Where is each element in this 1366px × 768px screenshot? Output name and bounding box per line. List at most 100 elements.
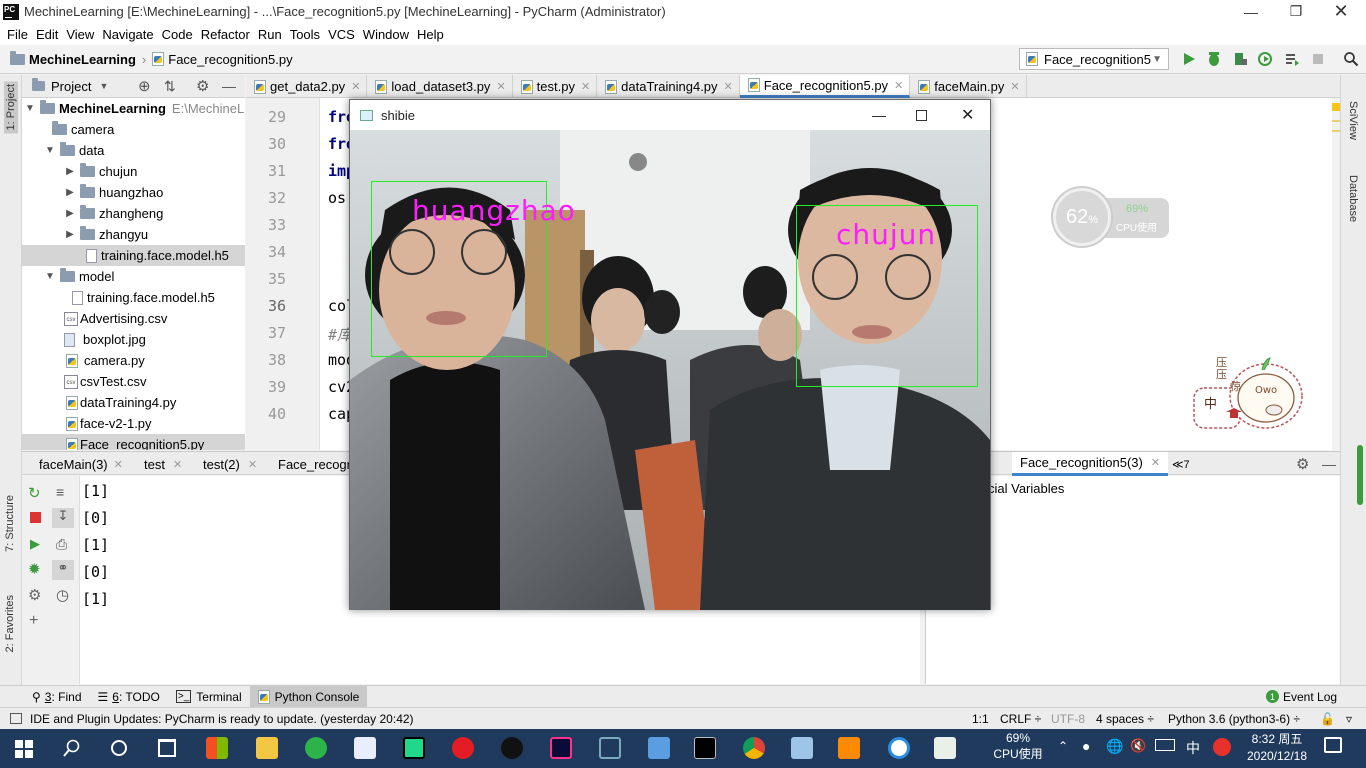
expand-arrow-icon[interactable]: ▼ [24,103,36,114]
sciview-tool-button[interactable]: SciView [1347,101,1359,140]
edge-browser-icon[interactable] [888,737,910,759]
close-tab-icon[interactable]: ✕ [248,458,257,471]
expand-arrow-icon[interactable]: ▼ [44,145,56,156]
tree-item[interactable]: ▼ MechineLearning E:\MechineL [22,98,245,119]
tab-load-dataset3[interactable]: load_dataset3.py ✕ [367,75,513,98]
close-button[interactable]: ✕ [1318,0,1364,23]
add-icon[interactable]: + [29,612,38,630]
tree-item[interactable]: camera [22,119,245,140]
collapsed-arrow-icon[interactable]: ▶ [64,208,76,219]
menu-file[interactable]: File [7,27,28,42]
todo-tool-button[interactable]: ☰ 6: TODO [90,686,168,708]
cat-app-icon[interactable] [599,737,621,759]
tree-item[interactable]: ▼ data [22,140,245,161]
resume-icon[interactable]: ▶ [30,536,40,552]
caret-position[interactable]: 1:1 [972,712,989,726]
tree-item[interactable]: dataTraining4.py [22,392,245,413]
tab-facemain[interactable]: faceMain.py ✕ [910,75,1027,98]
minimize-button[interactable]: — [872,107,886,123]
console-tab[interactable]: test ✕ [144,452,182,476]
tree-item-selected[interactable]: training.face.model.h5 [22,245,245,266]
qq-icon[interactable] [501,737,523,759]
menu-vcs[interactable]: VCS [328,27,355,42]
python-console-tool-button[interactable]: Python Console [249,685,368,708]
console-tab[interactable]: test(2) ✕ [203,452,257,476]
console-tab[interactable]: faceMain(3) ✕ [39,452,123,476]
status-message[interactable]: IDE and Plugin Updates: PyCharm is ready… [30,712,414,726]
search-icon[interactable] [1343,51,1359,67]
stop-icon[interactable] [1310,51,1326,67]
notes-icon[interactable] [791,737,813,759]
rerun-icon[interactable]: ↻ [28,484,41,502]
close-tab-icon[interactable]: ✕ [114,458,123,471]
network-tool-icon[interactable] [648,737,670,759]
gear-icon[interactable]: ⚙ [196,77,209,95]
tree-item[interactable]: Face_recognition5.py [22,434,245,450]
close-tab-icon[interactable]: ✕ [1010,80,1019,93]
favorites-tool-button[interactable]: 2: Favorites [4,595,16,652]
shibie-window[interactable]: shibie — ✕ huangzhao chujun [349,99,991,610]
volume-muted-icon[interactable]: 🔇 [1130,738,1146,754]
show-variables-icon[interactable]: ⚭ [52,560,74,580]
find-tool-button[interactable]: ⚲ 3: Find [24,686,90,708]
gear-icon[interactable]: ⚙ [1296,452,1309,476]
browser-360-icon[interactable] [305,737,327,759]
debug-icon[interactable]: ✹ [28,560,41,578]
line-separator[interactable]: CRLF ÷ [1000,712,1041,726]
chevron-up-icon[interactable]: ⌃ [1058,739,1068,753]
hide-icon[interactable]: — [222,78,236,94]
close-tab-icon[interactable]: ✕ [496,80,505,93]
cortana-icon[interactable] [110,739,128,757]
close-button[interactable]: ✕ [961,105,974,125]
close-tab-icon[interactable]: ✕ [581,80,590,93]
menu-window[interactable]: Window [363,27,409,42]
settings-icon[interactable]: ⚙ [28,586,41,604]
menu-run[interactable]: Run [258,27,282,42]
store-icon[interactable] [206,737,228,759]
pycharm-icon[interactable] [403,737,425,759]
concurrency-icon[interactable] [1284,51,1300,67]
tree-item[interactable]: face-v2-1.py [22,413,245,434]
maximize-button[interactable] [916,109,927,121]
tab-get-data2[interactable]: get_data2.py ✕ [246,75,368,98]
sublime-icon[interactable] [838,737,860,759]
history-icon[interactable]: ◷ [56,586,69,604]
tab-face-recognition5[interactable]: Face_recognition5.py ✕ [739,75,911,98]
close-tab-icon[interactable]: ✕ [173,458,182,471]
clock[interactable]: 8:32 周五 2020/12/18 [1242,731,1312,765]
tree-item[interactable]: camera.py [22,350,245,371]
scroll-to-end-icon[interactable]: ↧ [52,508,74,528]
qq-tray-icon[interactable]: ● [1082,738,1090,754]
intellij-icon[interactable] [550,737,572,759]
interpreter-setting[interactable]: Python 3.6 (python3-6) ÷ [1168,712,1300,726]
chrome-icon[interactable] [743,737,765,759]
task-view-icon[interactable] [158,739,176,757]
run-icon[interactable] [1181,51,1197,67]
restore-button[interactable]: ❐ [1273,0,1319,23]
warning-marker-icon[interactable] [1332,103,1340,111]
minimize-button[interactable]: — [1228,0,1274,23]
sogou-ime-icon[interactable] [1213,738,1231,756]
more-tabs-button[interactable]: ≪7 [1172,452,1190,476]
soft-wrap-icon[interactable]: ≡ [56,484,64,500]
file-explorer-icon[interactable] [256,737,278,759]
structure-tool-button[interactable]: 7: Structure [4,495,16,552]
collapsed-arrow-icon[interactable]: ▶ [64,166,76,177]
notification-icon[interactable]: ▿ [1346,712,1352,726]
search-icon[interactable] [63,739,81,757]
menu-refactor[interactable]: Refactor [201,27,250,42]
close-tab-icon[interactable]: ✕ [1151,456,1160,469]
hide-icon[interactable]: — [1322,452,1336,476]
expand-arrow-icon[interactable]: ▼ [44,271,56,282]
console-tab[interactable]: Face_recogn [278,452,354,476]
lock-icon[interactable]: 🔓 [1320,712,1335,726]
close-tab-icon[interactable]: ✕ [351,80,360,93]
keyboard-icon[interactable] [1155,739,1175,751]
indent-setting[interactable]: 4 spaces ÷ [1096,712,1154,726]
tree-item[interactable]: csv Advertising.csv [22,308,245,329]
tree-item[interactable]: boxplot.jpg [22,329,245,350]
tab-test[interactable]: test.py ✕ [513,75,598,98]
debug-icon[interactable] [1206,51,1222,67]
menu-tools[interactable]: Tools [290,27,320,42]
tree-item[interactable]: training.face.model.h5 [22,287,245,308]
